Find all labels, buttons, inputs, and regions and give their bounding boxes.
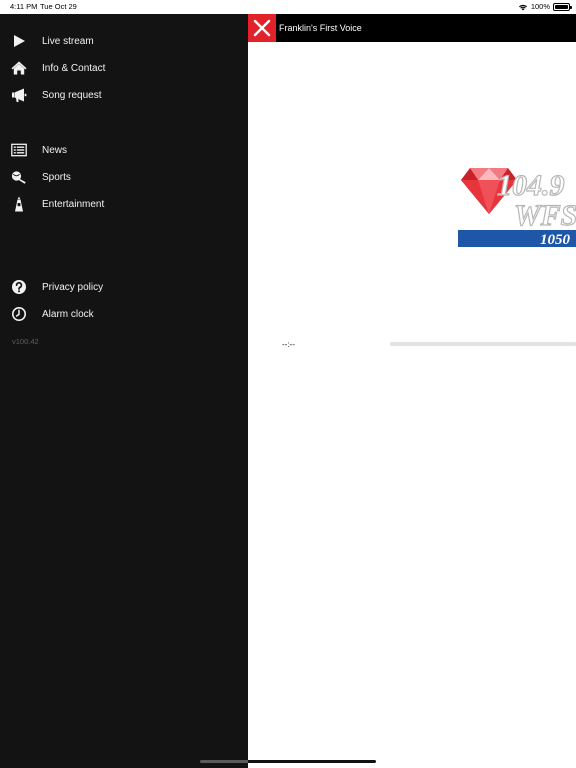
sidebar-item-label: News <box>42 144 68 156</box>
sidebar-item-entertainment[interactable]: Entertainment <box>0 191 248 217</box>
question-icon <box>10 278 28 296</box>
close-button[interactable] <box>248 14 276 42</box>
status-time: 4:11 PM <box>10 2 38 11</box>
sidebar-item-live-stream[interactable]: Live stream <box>0 28 248 54</box>
battery-icon <box>553 2 572 11</box>
sidebar-item-label: Alarm clock <box>42 308 94 320</box>
sidebar-item-song-request[interactable]: Song request <box>0 82 248 108</box>
sidebar-item-news[interactable]: News <box>0 137 248 163</box>
status-date: Tue Oct 29 <box>40 2 77 11</box>
logo-frequency: 104.9 <box>497 169 565 202</box>
sidebar-item-label: Info & Contact <box>42 62 106 74</box>
station-logo: 104.9 WFS 1050 <box>456 165 576 249</box>
sidebar-item-label: Live stream <box>42 35 94 47</box>
wifi-icon <box>518 4 527 10</box>
play-icon <box>10 32 28 50</box>
clock-icon <box>10 305 28 323</box>
main-header: Franklin's First Voice <box>248 14 576 42</box>
sidebar-item-label: Privacy policy <box>42 281 104 293</box>
sidebar-item-alarm-clock[interactable]: Alarm clock <box>0 301 248 327</box>
megaphone-icon <box>10 86 28 104</box>
status-bar: 4:11 PM Tue Oct 29 100% <box>0 0 576 14</box>
sidebar-item-label: Sports <box>42 171 71 183</box>
player-time: --:-- <box>282 340 295 349</box>
logo-am: 1050 <box>540 232 571 248</box>
home-indicator <box>200 760 376 763</box>
player-progress-bar[interactable] <box>390 342 576 346</box>
sidebar-item-privacy-policy[interactable]: Privacy policy <box>0 274 248 300</box>
sidebar-item-info-contact[interactable]: Info & Contact <box>0 55 248 81</box>
sidebar-item-sports[interactable]: Sports <box>0 164 248 190</box>
main-content: 104.9 WFS 1050 --:-- <box>248 42 576 768</box>
entertainment-icon <box>10 195 28 213</box>
page-title: Franklin's First Voice <box>279 23 362 33</box>
battery-percent: 100% <box>530 2 550 11</box>
version-label: v100.42 <box>12 337 39 346</box>
sidebar-item-label: Entertainment <box>42 198 105 210</box>
sports-icon <box>10 168 28 186</box>
status-indicators: 100% <box>518 2 572 11</box>
logo-call-letters: WFS <box>514 199 576 232</box>
close-icon <box>253 19 271 37</box>
sidebar: Live stream Info & Contact Song request <box>0 14 248 768</box>
home-icon <box>10 59 28 77</box>
sidebar-item-label: Song request <box>42 89 102 101</box>
newspaper-icon <box>10 141 28 159</box>
